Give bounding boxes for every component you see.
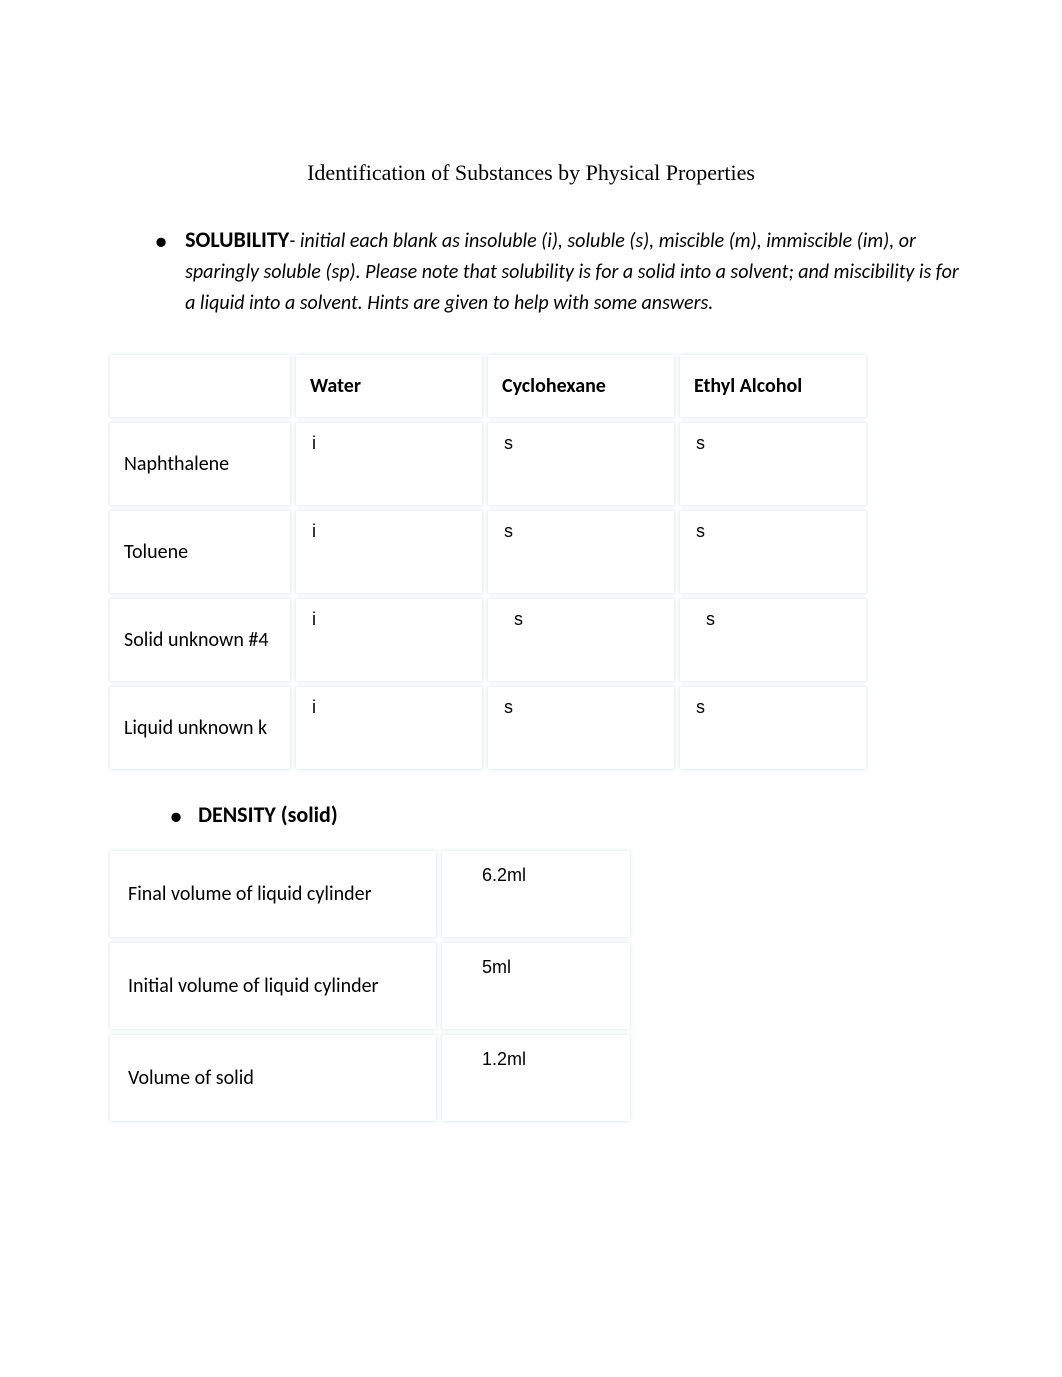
solubility-heading: SOLUBILITY [185, 226, 289, 253]
header-cell-ethyl: Ethyl Alcohol [680, 355, 866, 417]
solubility-value: s [488, 423, 674, 505]
density-label: Final volume of liquid cylinder [110, 851, 436, 937]
substance-name: Solid unknown #4 [110, 599, 290, 681]
header-cell-blank [110, 355, 290, 417]
header-cell-cyclohexane: Cyclohexane [488, 355, 674, 417]
density-heading: DENSITY (solid) [198, 801, 338, 828]
density-section: ● DENSITY (solid) [100, 801, 962, 831]
solubility-value: i [296, 511, 482, 593]
page-title: Identification of Substances by Physical… [100, 160, 962, 186]
solubility-value: i [296, 687, 482, 769]
solubility-value: s [680, 599, 866, 681]
substance-name: Liquid unknown k [110, 687, 290, 769]
substance-name: Naphthalene [110, 423, 290, 505]
solubility-description: - initial each blank as insoluble (i), s… [185, 229, 959, 315]
solubility-value: i [296, 423, 482, 505]
table-row: Final volume of liquid cylinder 6.2ml [110, 851, 630, 937]
solubility-value: s [680, 423, 866, 505]
density-value: 1.2ml [442, 1035, 630, 1121]
solubility-value: s [488, 511, 674, 593]
solubility-value: s [680, 687, 866, 769]
density-table: Final volume of liquid cylinder 6.2ml In… [104, 845, 636, 1127]
solubility-table: Water Cyclohexane Ethyl Alcohol Naphthal… [104, 349, 872, 775]
table-row: Initial volume of liquid cylinder 5ml [110, 943, 630, 1029]
density-value: 5ml [442, 943, 630, 1029]
table-row: Naphthalene i s s [110, 423, 866, 505]
header-cell-water: Water [296, 355, 482, 417]
solubility-value: i [296, 599, 482, 681]
solubility-value: s [488, 599, 674, 681]
table-row: Toluene i s s [110, 511, 866, 593]
density-label: Initial volume of liquid cylinder [110, 943, 436, 1029]
density-label: Volume of solid [110, 1035, 436, 1121]
bullet-icon: ● [170, 803, 182, 831]
solubility-value: s [488, 687, 674, 769]
table-row: Solid unknown #4 i s s [110, 599, 866, 681]
solubility-section: ● SOLUBILITY- initial each blank as inso… [100, 226, 962, 319]
bullet-icon: ● [155, 228, 167, 256]
density-value: 6.2ml [442, 851, 630, 937]
substance-name: Toluene [110, 511, 290, 593]
table-header-row: Water Cyclohexane Ethyl Alcohol [110, 355, 866, 417]
solubility-value: s [680, 511, 866, 593]
table-row: Volume of solid 1.2ml [110, 1035, 630, 1121]
table-row: Liquid unknown k i s s [110, 687, 866, 769]
